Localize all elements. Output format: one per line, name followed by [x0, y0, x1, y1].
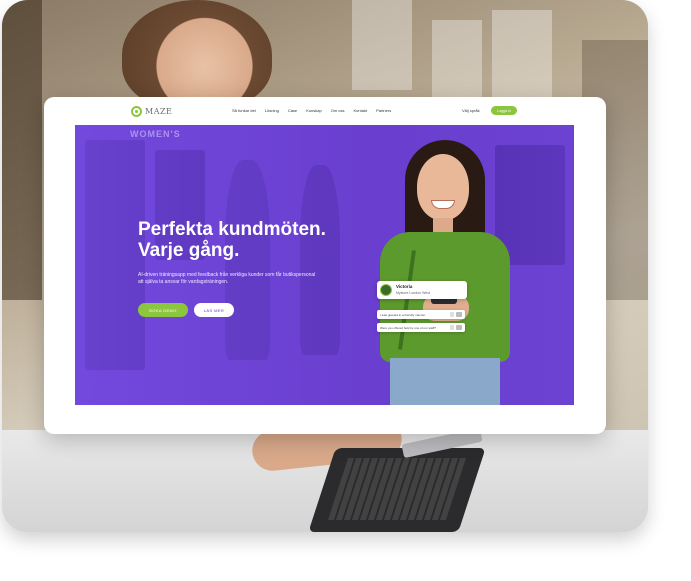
person-head [122, 0, 272, 110]
profile-card: Victoria Mystore London West [377, 281, 467, 299]
hero-headline: Perfekta kundmöten. Varje gång. [138, 219, 368, 261]
hero-subtext: AI-driven träningsapp med feedback från … [138, 272, 316, 285]
website-screenshot: MAZE Så funkar det Lösning Case Kunskap … [44, 97, 606, 434]
window-light [352, 0, 412, 90]
count-badge-icon [450, 312, 454, 317]
read-more-button[interactable]: LÄS MER [194, 303, 234, 317]
profile-name: Victoria [396, 284, 413, 289]
book-demo-button[interactable]: BOKA DEMO [138, 303, 188, 317]
window-light [492, 10, 552, 100]
language-selector[interactable]: Välj språk [462, 108, 480, 113]
nav-links: Så funkar det Lösning Case Kunskap Om os… [232, 108, 391, 113]
feedback-bubble: Were you offered help by one of our staf… [377, 323, 465, 332]
nav-link-about[interactable]: Om oss [331, 108, 345, 113]
feedback-bubble: I was greeted in a friendly manner. [377, 310, 465, 319]
headline-line-1: Perfekta kundmöten. [138, 219, 326, 240]
thumbs-up-icon [456, 312, 462, 317]
feedback-text: Were you offered help by one of our staf… [380, 326, 436, 330]
top-navigation: MAZE Så funkar det Lösning Case Kunskap … [44, 97, 606, 125]
jeans [390, 358, 500, 405]
count-badge-icon [450, 325, 454, 330]
thumbs-up-icon [456, 325, 462, 330]
nav-link-contact[interactable]: Kontakt [354, 108, 368, 113]
nav-link-solution[interactable]: Lösning [265, 108, 279, 113]
login-button[interactable]: Logga in [491, 106, 517, 115]
laptop-keyboard [327, 458, 467, 520]
headline-line-2: Varje gång. [138, 240, 240, 261]
logo-text: MAZE [145, 106, 173, 116]
nav-link-partners[interactable]: Partners [376, 108, 391, 113]
face [417, 154, 469, 220]
shop-shelf [2, 0, 42, 300]
store-sign: WOMEN'S [130, 129, 181, 139]
nav-link-case[interactable]: Case [288, 108, 297, 113]
nav-link-knowledge[interactable]: Kunskap [306, 108, 322, 113]
avatar [380, 284, 392, 296]
hero-section: WOMEN'S Perfekta kundmöten. Varje gång. … [75, 125, 574, 405]
logo[interactable]: MAZE [131, 105, 172, 117]
feedback-text: I was greeted in a friendly manner. [380, 313, 426, 317]
nav-link-how-it-works[interactable]: Så funkar det [232, 108, 256, 113]
maze-logo-icon [131, 105, 142, 117]
profile-store: Mystore London West [396, 291, 430, 295]
woman-with-phone [365, 140, 525, 405]
